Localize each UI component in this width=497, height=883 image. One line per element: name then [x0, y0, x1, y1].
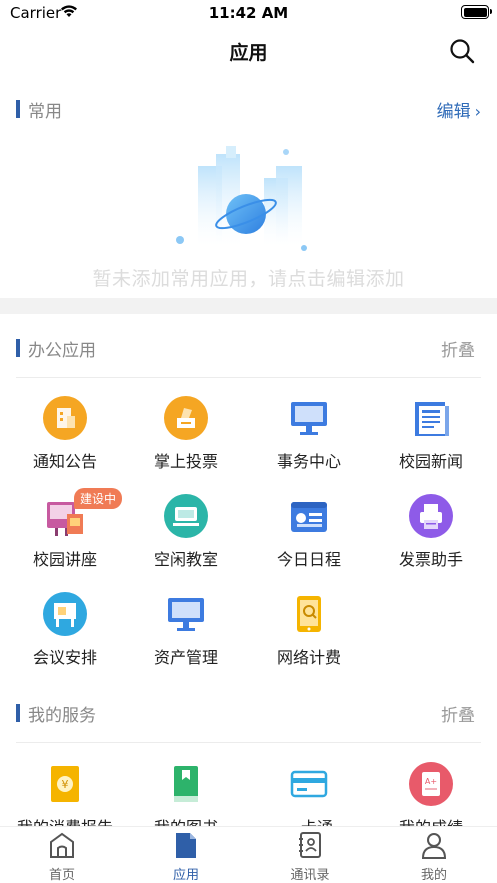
search-icon[interactable]	[449, 38, 475, 64]
apps-icon	[176, 833, 196, 858]
section-separator	[0, 298, 497, 314]
monitor-icon	[291, 402, 327, 435]
app-today-schedule[interactable]: 今日日程	[254, 494, 364, 586]
svg-text:¥: ¥	[62, 778, 69, 791]
grade-icon: A+	[409, 762, 453, 806]
empty-state-text: 暂未添加常用应用，请点击编辑添加	[92, 268, 405, 290]
app-label: 事务中心	[276, 452, 341, 471]
book-icon	[174, 766, 198, 802]
card-icon	[290, 770, 328, 798]
app-asset-management[interactable]: 资产管理	[131, 592, 241, 684]
tab-home[interactable]: 首页	[0, 827, 124, 883]
app-invoice-assistant[interactable]: 发票助手	[376, 494, 486, 586]
tab-label: 首页	[48, 868, 75, 883]
app-label: 今日日程	[276, 550, 341, 569]
app-label: 掌上投票	[153, 452, 218, 471]
section-marker	[16, 339, 20, 357]
edit-label: 编辑	[436, 102, 471, 122]
app-free-classroom[interactable]: 空闲教室	[131, 494, 241, 586]
tab-label: 通讯录	[290, 868, 330, 883]
tab-contacts[interactable]: 通讯录	[248, 827, 372, 883]
nav-bar: 应用	[0, 26, 497, 76]
app-campus-lecture[interactable]: 建设中 校园讲座	[10, 488, 123, 586]
battery-icon	[461, 5, 492, 19]
app-screen: Carrier 11:42 AM 应用 常用 编辑 › 暂未添加常用应用，请点击…	[0, 0, 497, 883]
app-label: 校园讲座	[32, 550, 97, 569]
office-section-header: 办公应用 折叠	[0, 333, 497, 363]
services-collapse-button[interactable]: 折叠	[441, 701, 475, 726]
vote-icon	[164, 396, 208, 440]
notice-icon	[43, 396, 87, 440]
news-icon	[415, 402, 449, 436]
app-meeting-arrangement[interactable]: 会议安排	[10, 592, 120, 684]
tab-profile[interactable]: 我的	[372, 827, 496, 883]
contacts-icon	[299, 832, 321, 858]
schedule-icon	[291, 502, 327, 532]
consumption-report-icon: ¥	[51, 766, 79, 802]
app-label: 空闲教室	[153, 550, 218, 569]
services-section-title: 我的服务	[28, 706, 96, 726]
tab-apps[interactable]: 应用	[124, 827, 248, 883]
divider	[16, 742, 481, 743]
office-section-title: 办公应用	[28, 341, 96, 361]
empty-state-illustration	[176, 146, 307, 251]
section-marker	[16, 100, 20, 118]
app-label: 网络计费	[276, 648, 341, 667]
app-label: 发票助手	[398, 550, 463, 569]
chevron-right-icon: ›	[474, 102, 481, 121]
app-label: 资产管理	[153, 648, 218, 667]
app-campus-news[interactable]: 校园新闻	[376, 396, 486, 488]
tab-bar: 首页 应用 通讯录 我的	[0, 826, 497, 883]
printer-icon	[409, 494, 453, 538]
office-collapse-button[interactable]: 折叠	[441, 336, 475, 361]
app-vote[interactable]: 掌上投票	[131, 396, 241, 488]
common-section-title: 常用	[28, 102, 62, 122]
status-badge: 建设中	[74, 488, 123, 509]
app-label: 会议安排	[32, 648, 97, 667]
app-network-billing[interactable]: 网络计费	[254, 592, 364, 684]
classroom-icon	[164, 494, 208, 538]
page-title: 应用	[229, 42, 268, 64]
app-affairs-center[interactable]: 事务中心	[254, 396, 364, 488]
meeting-icon	[43, 592, 87, 636]
app-label: 通知公告	[32, 452, 97, 471]
asset-monitor-icon	[168, 598, 204, 631]
phone-billing-icon	[297, 596, 321, 632]
app-notice[interactable]: 通知公告	[10, 396, 120, 488]
home-icon	[50, 832, 74, 858]
app-label: 校园新闻	[398, 452, 463, 471]
tab-label: 应用	[172, 868, 199, 883]
services-section-header: 我的服务 折叠	[0, 698, 497, 728]
edit-button[interactable]: 编辑 ›	[437, 97, 481, 122]
tab-label: 我的	[420, 868, 447, 883]
svg-text:A+: A+	[425, 777, 437, 786]
divider	[16, 377, 481, 378]
profile-icon	[421, 833, 447, 859]
section-marker	[16, 704, 20, 722]
status-bar: Carrier 11:42 AM	[0, 0, 497, 26]
clock: 11:42 AM	[208, 4, 289, 22]
common-section-header: 常用 编辑 ›	[0, 94, 497, 124]
